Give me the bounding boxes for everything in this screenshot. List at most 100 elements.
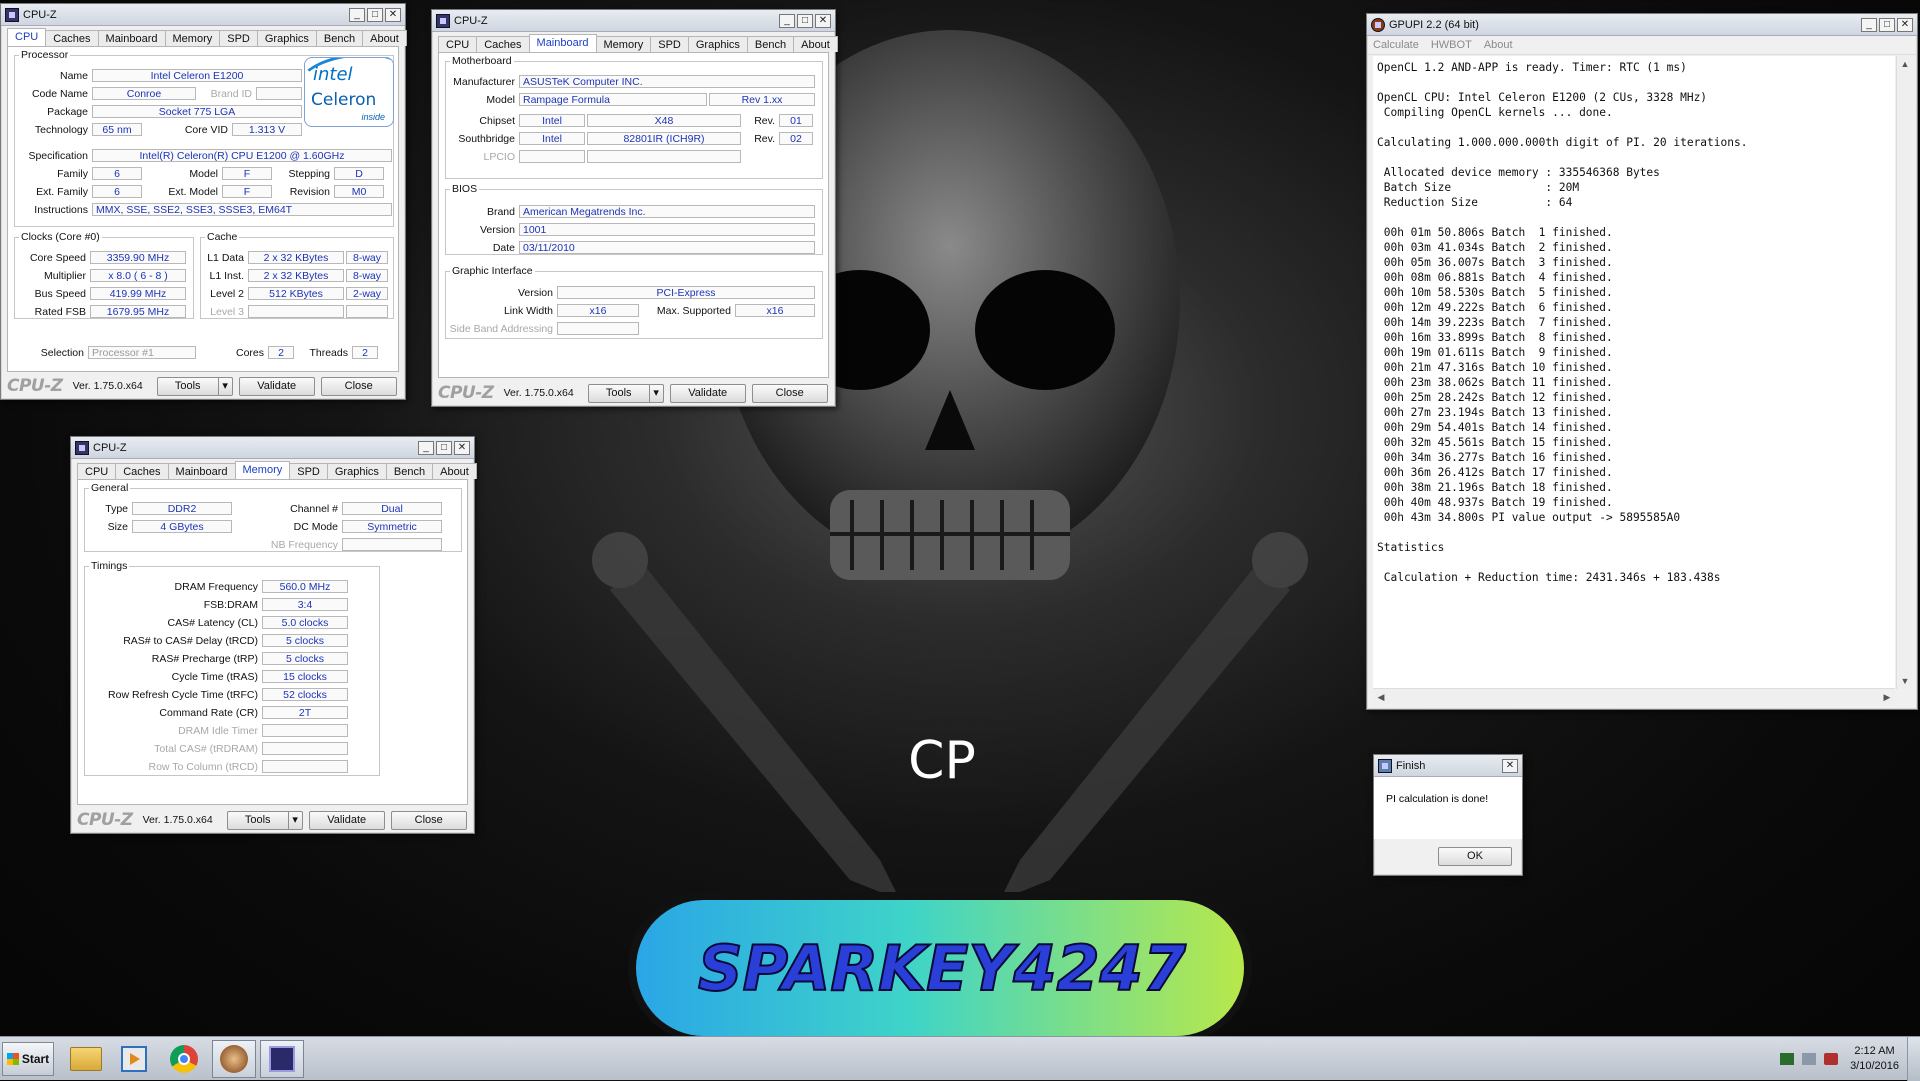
console-line: 00h 05m 36.007s Batch 3 finished. (1377, 256, 1613, 269)
version-label: Ver. 1.75.0.x64 (72, 380, 143, 392)
taskbar-explorer[interactable] (64, 1040, 108, 1078)
tab-about[interactable]: About (793, 36, 838, 52)
tab-cpu[interactable]: CPU (7, 28, 47, 46)
package-value: Socket 775 LGA (92, 105, 302, 118)
tab-mainboard[interactable]: Mainboard (97, 30, 166, 46)
close-window-button[interactable]: ✕ (1897, 17, 1913, 32)
maximize-button[interactable]: □ (1879, 17, 1895, 32)
ok-button[interactable]: OK (1438, 847, 1512, 866)
tab-bench[interactable]: Bench (385, 463, 434, 479)
corevid-value: 1.313 V (232, 123, 302, 136)
tab-mainboard[interactable]: Mainboard (167, 463, 236, 479)
tools-button[interactable]: Tools (226, 810, 289, 830)
title-bar[interactable]: GPUPI 2.2 (64 bit) _ □ ✕ (1367, 14, 1917, 36)
technology-value: 65 nm (92, 123, 142, 136)
tab-caches[interactable]: Caches (115, 463, 169, 479)
clock[interactable]: 2:12 AM 3/10/2016 (1850, 1044, 1899, 1074)
tab-spd[interactable]: SPD (219, 30, 258, 46)
title-bar[interactable]: CPU-Z _ □ ✕ (1, 4, 405, 26)
tools-dropdown-icon[interactable]: ▾ (649, 383, 664, 403)
cpuz-mainboard-window[interactable]: CPU-Z _ □ ✕ CPU Caches Mainboard Memory SP… (431, 9, 838, 407)
scroll-left-icon[interactable]: ◀ (1373, 689, 1389, 705)
tab-bench[interactable]: Bench (315, 30, 364, 46)
timing-value: 2T (262, 706, 348, 719)
window-title: CPU-Z (454, 14, 488, 27)
tab-cpu[interactable]: CPU (77, 463, 117, 479)
title-bar[interactable]: CPU-Z _ □ ✕ (432, 10, 835, 32)
menu-calculate[interactable]: Calculate (1373, 39, 1419, 51)
windows-logo-icon (6, 1053, 19, 1065)
tab-graphics[interactable]: Graphics (256, 30, 317, 46)
minimize-button[interactable]: _ (779, 13, 795, 28)
volume-muted-icon[interactable] (1824, 1053, 1839, 1065)
maximize-button[interactable]: □ (436, 440, 452, 455)
tools-button[interactable]: Tools (156, 376, 219, 396)
console-line: 00h 32m 45.561s Batch 15 finished. (1377, 436, 1613, 449)
close-button[interactable]: Close (751, 383, 828, 403)
taskbar-gpupi[interactable] (212, 1040, 256, 1078)
gpupi-window[interactable]: GPUPI 2.2 (64 bit) _ □ ✕ Calculate HWBOT A… (1366, 13, 1918, 710)
minimize-button[interactable]: _ (418, 440, 434, 455)
validate-button[interactable]: Validate (308, 810, 385, 830)
scroll-right-icon[interactable]: ▶ (1879, 689, 1895, 705)
bios-date-value: 03/11/2010 (519, 241, 815, 254)
tab-graphics[interactable]: Graphics (687, 36, 748, 52)
close-button[interactable]: Close (390, 810, 467, 830)
display-icon[interactable] (1802, 1053, 1817, 1065)
cpuz-memory-window[interactable]: CPU-Z _ □ ✕ CPU Caches Mainboard Memory SP… (70, 436, 477, 834)
processor-select[interactable]: Processor #1 (88, 346, 196, 359)
output-console[interactable]: OpenCL 1.2 AND-APP is ready. Timer: RTC … (1373, 56, 1895, 689)
tools-dropdown-icon[interactable]: ▾ (288, 810, 303, 830)
maximize-button[interactable]: □ (367, 7, 383, 22)
cpuz-cpu-window[interactable]: CPU-Z _ □ ✕ CPU Caches Mainboard Memory SP… (0, 3, 407, 400)
taskbar-media-player[interactable] (112, 1040, 156, 1078)
cores-value: 2 (268, 346, 294, 359)
tab-memory[interactable]: Memory (234, 461, 291, 479)
tab-memory[interactable]: Memory (164, 30, 221, 46)
validate-button[interactable]: Validate (238, 376, 315, 396)
timing-row: DRAM Frequency 560.0 MHz (86, 579, 348, 594)
tools-dropdown-icon[interactable]: ▾ (218, 376, 233, 396)
desktop-caption: CP (908, 731, 976, 791)
close-window-button[interactable]: ✕ (815, 13, 831, 28)
minimize-button[interactable]: _ (1861, 17, 1877, 32)
tab-cpu[interactable]: CPU (438, 36, 478, 52)
vertical-scrollbar[interactable]: ▲ ▼ (1896, 56, 1913, 689)
tab-graphics[interactable]: Graphics (326, 463, 387, 479)
close-window-button[interactable]: ✕ (1502, 758, 1518, 773)
cpuz-app-icon (75, 440, 89, 455)
network-icon[interactable] (1780, 1053, 1795, 1065)
finish-dialog[interactable]: Finish ✕ PI calculation is done! OK (1373, 754, 1523, 876)
close-window-button[interactable]: ✕ (385, 7, 401, 22)
tab-about[interactable]: About (432, 463, 477, 479)
menu-hwbot[interactable]: HWBOT (1431, 39, 1472, 51)
scroll-down-icon[interactable]: ▼ (1897, 673, 1913, 689)
tab-spd[interactable]: SPD (289, 463, 328, 479)
tab-spd[interactable]: SPD (650, 36, 689, 52)
tab-memory[interactable]: Memory (595, 36, 652, 52)
console-line: 00h 21m 47.316s Batch 10 finished. (1377, 361, 1613, 374)
cpuz-brand: CPU-Z (77, 810, 133, 830)
title-bar[interactable]: Finish ✕ (1374, 755, 1522, 777)
show-desktop-button[interactable] (1907, 1037, 1920, 1081)
taskbar-chrome[interactable] (162, 1040, 206, 1078)
maximize-button[interactable]: □ (797, 13, 813, 28)
title-bar[interactable]: CPU-Z _ □ ✕ (71, 437, 474, 459)
timing-row: Total CAS# (tRDRAM) (86, 741, 348, 756)
horizontal-scrollbar[interactable]: ◀ ▶ (1373, 688, 1895, 705)
menu-about[interactable]: About (1484, 39, 1513, 51)
tab-about[interactable]: About (362, 30, 407, 46)
taskbar-cpuz[interactable] (260, 1040, 304, 1078)
validate-button[interactable]: Validate (669, 383, 746, 403)
scroll-up-icon[interactable]: ▲ (1897, 56, 1913, 72)
tools-button[interactable]: Tools (587, 383, 650, 403)
tab-bench[interactable]: Bench (746, 36, 795, 52)
tab-mainboard[interactable]: Mainboard (528, 34, 597, 52)
tab-caches[interactable]: Caches (45, 30, 99, 46)
minimize-button[interactable]: _ (349, 7, 365, 22)
close-button[interactable]: Close (320, 376, 397, 396)
close-window-button[interactable]: ✕ (454, 440, 470, 455)
tab-caches[interactable]: Caches (476, 36, 530, 52)
console-line: 00h 01m 50.806s Batch 1 finished. (1377, 226, 1613, 239)
start-button[interactable]: Start (2, 1042, 54, 1076)
